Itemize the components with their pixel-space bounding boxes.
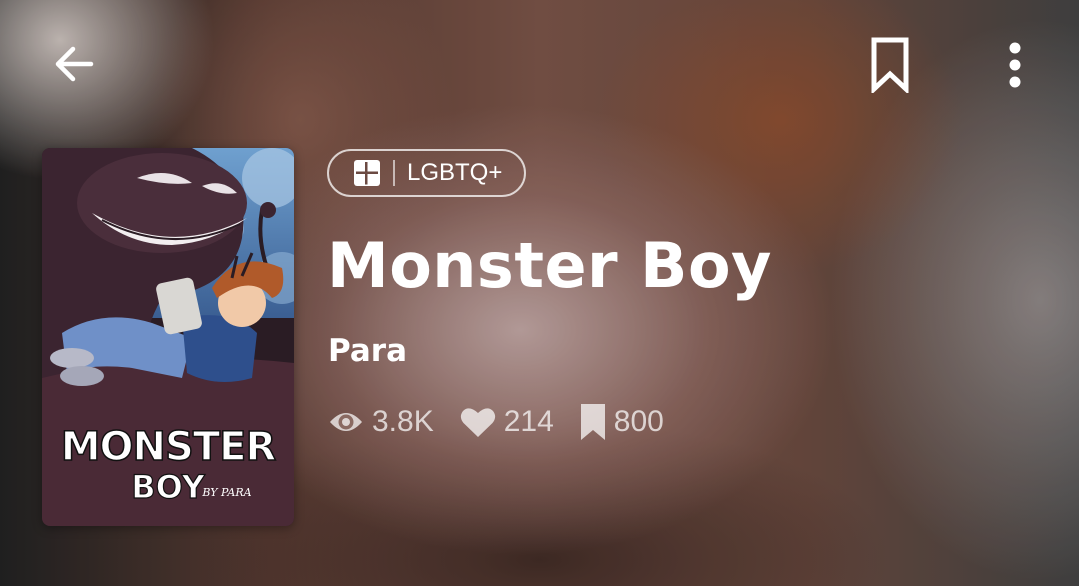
cover-image[interactable]: MONSTER BOY BY PARA	[42, 148, 294, 526]
genre-label: LGBTQ+	[407, 159, 503, 186]
subscribers-stat: 800	[580, 403, 664, 441]
cover-artwork: MONSTER BOY BY PARA	[42, 148, 294, 526]
eye-icon	[330, 413, 362, 431]
series-title: Monster Boy	[327, 229, 772, 302]
stats-row: 3.8K 214 800	[328, 400, 690, 444]
cover-byline-art: BY PARA	[201, 486, 251, 499]
genre-chip[interactable]: LGBTQ+	[327, 149, 527, 197]
more-vertical-icon	[1009, 42, 1021, 88]
views-count: 3.8K	[372, 405, 434, 438]
views-stat: 3.8K	[328, 405, 434, 439]
arrow-left-icon	[55, 46, 94, 82]
grid-icon	[354, 160, 380, 186]
chip-divider	[393, 160, 395, 186]
bookmark-icon	[580, 404, 605, 440]
bookmark-outline-icon	[871, 37, 909, 93]
back-button[interactable]	[44, 34, 104, 94]
subscribers-count: 800	[613, 405, 664, 438]
more-options-button[interactable]	[990, 34, 1040, 96]
series-author[interactable]: Para	[328, 330, 407, 372]
likes-count: 214	[503, 405, 554, 438]
likes-stat: 214	[460, 405, 554, 439]
heart-icon	[460, 408, 495, 437]
bookmark-button[interactable]	[860, 34, 920, 96]
cover-subtitle-art: BOY	[131, 468, 205, 506]
cover-title-art: MONSTER	[61, 424, 276, 470]
